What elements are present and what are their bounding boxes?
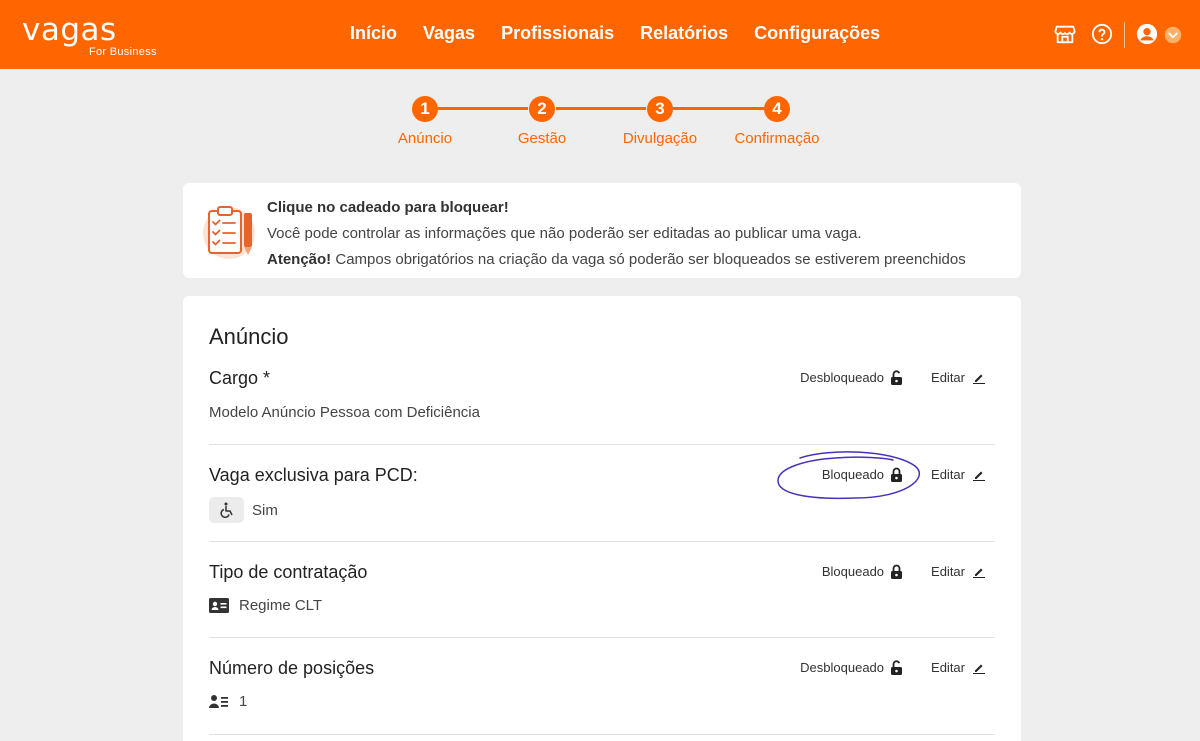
field-value: Regime CLT: [209, 597, 322, 614]
clipboard-checklist-icon: [203, 206, 255, 259]
pencil-icon: [973, 568, 985, 578]
lock-status-label: Desbloqueado: [800, 370, 885, 385]
store-icon[interactable]: [1054, 23, 1076, 45]
logo-text: vagas: [22, 12, 117, 48]
field-value-text: Modelo Anúncio Pessoa com Deficiência: [209, 404, 480, 421]
unlock-icon: [891, 660, 903, 675]
card-title: Anúncio: [209, 324, 289, 349]
lock-status-label: Desbloqueado: [800, 660, 885, 675]
field-label: Cargo *: [209, 368, 271, 388]
field-tipo-contratacao: Tipo de contratação Bloqueado Editar Reg…: [209, 542, 995, 638]
user-list-icon: [209, 694, 231, 709]
field-actions: Bloqueado Editar: [822, 564, 985, 579]
lock-toggle[interactable]: Bloqueado: [822, 564, 903, 579]
step-label: Gestão: [517, 130, 567, 147]
step-number: 1: [412, 96, 438, 122]
anuncio-card: Anúncio Cargo * Desbloqueado Editar Mode…: [183, 296, 1021, 741]
attention-label: Atenção!: [267, 251, 332, 268]
field-vaga-pcd: Vaga exclusiva para PCD: Bloqueado Edita…: [209, 445, 995, 542]
step-divulgacao[interactable]: 3 Divulgação: [600, 96, 720, 147]
nav-item-vagas[interactable]: Vagas: [423, 23, 475, 44]
info-text-block: Clique no cadeado para bloquear! Você po…: [267, 195, 966, 273]
vagas-logo[interactable]: vagas For Business: [22, 12, 156, 58]
field-label: Número de posições: [209, 658, 375, 678]
info-line-1: Você pode controlar as informações que n…: [267, 225, 862, 242]
field-value: Modelo Anúncio Pessoa com Deficiência: [209, 404, 480, 421]
edit-label: Editar: [931, 564, 965, 579]
edit-button[interactable]: Editar: [931, 564, 985, 579]
logo-subtitle: For Business: [89, 46, 157, 58]
pencil-icon: [973, 664, 985, 674]
field-value-text: Regime CLT: [239, 597, 323, 614]
info-line-2: Atenção! Campos obrigatórios na criação …: [267, 247, 966, 273]
field-label: Tipo de contratação: [209, 562, 368, 582]
pencil-icon: [973, 374, 985, 384]
edit-label: Editar: [931, 660, 965, 675]
lock-status-label: Bloqueado: [821, 467, 885, 482]
edit-button[interactable]: Editar: [931, 467, 985, 482]
top-navigation-bar: vagas For Business Início Vagas Profissi…: [0, 0, 1200, 69]
edit-button[interactable]: Editar: [931, 370, 985, 385]
field-value: Sim: [209, 497, 278, 523]
attention-text: Campos obrigatórios na criação da vaga s…: [331, 251, 966, 268]
field-label: Vaga exclusiva para PCD:: [209, 465, 418, 485]
lock-icon: [891, 467, 903, 482]
field-numero-posicoes: Número de posições Desbloqueado Editar 1: [209, 638, 995, 735]
step-confirmacao[interactable]: 4 Confirmação: [717, 96, 837, 147]
step-number: 2: [529, 96, 555, 122]
unlock-icon: [891, 370, 903, 385]
step-label: Anúncio: [397, 130, 453, 147]
step-anuncio[interactable]: 1 Anúncio: [365, 96, 485, 147]
nav-item-inicio[interactable]: Início: [350, 23, 397, 44]
field-value-text: 1: [239, 693, 248, 710]
wheelchair-icon: [209, 497, 244, 523]
step-number: 4: [764, 96, 790, 122]
lock-icon: [891, 564, 903, 579]
lock-toggle[interactable]: Bloqueado: [822, 467, 903, 482]
pencil-icon: [973, 471, 985, 481]
edit-label: Editar: [931, 467, 965, 482]
nav-item-profissionais[interactable]: Profissionais: [501, 23, 614, 44]
info-title: Clique no cadeado para bloquear!: [267, 199, 509, 216]
lock-toggle[interactable]: Desbloqueado: [800, 370, 903, 385]
user-avatar-icon[interactable]: [1136, 23, 1158, 45]
edit-button[interactable]: Editar: [931, 660, 985, 675]
field-actions: Desbloqueado Editar: [800, 660, 985, 675]
id-card-icon: [209, 598, 231, 613]
main-nav: Início Vagas Profissionais Relatórios Co…: [350, 23, 906, 44]
help-icon[interactable]: [1091, 23, 1113, 45]
chevron-down-icon[interactable]: [1164, 26, 1182, 44]
field-value: 1: [209, 693, 247, 710]
lock-toggle[interactable]: Desbloqueado: [800, 660, 903, 675]
nav-item-configuracoes[interactable]: Configurações: [754, 23, 880, 44]
step-gestao[interactable]: 2 Gestão: [482, 96, 602, 147]
lock-info-banner: Clique no cadeado para bloquear! Você po…: [183, 183, 1021, 278]
lock-status-label: Bloqueado: [821, 564, 885, 579]
field-actions: Bloqueado Editar: [822, 467, 985, 482]
field-actions: Desbloqueado Editar: [800, 370, 985, 385]
step-number: 3: [647, 96, 673, 122]
step-label: Confirmação: [734, 130, 820, 147]
nav-item-relatorios[interactable]: Relatórios: [640, 23, 728, 44]
header-divider: [1124, 22, 1125, 48]
edit-label: Editar: [931, 370, 965, 385]
field-value-text: Sim: [252, 501, 278, 519]
step-label: Divulgação: [622, 130, 698, 147]
field-cargo: Cargo * Desbloqueado Editar Modelo Anúnc…: [209, 366, 995, 445]
